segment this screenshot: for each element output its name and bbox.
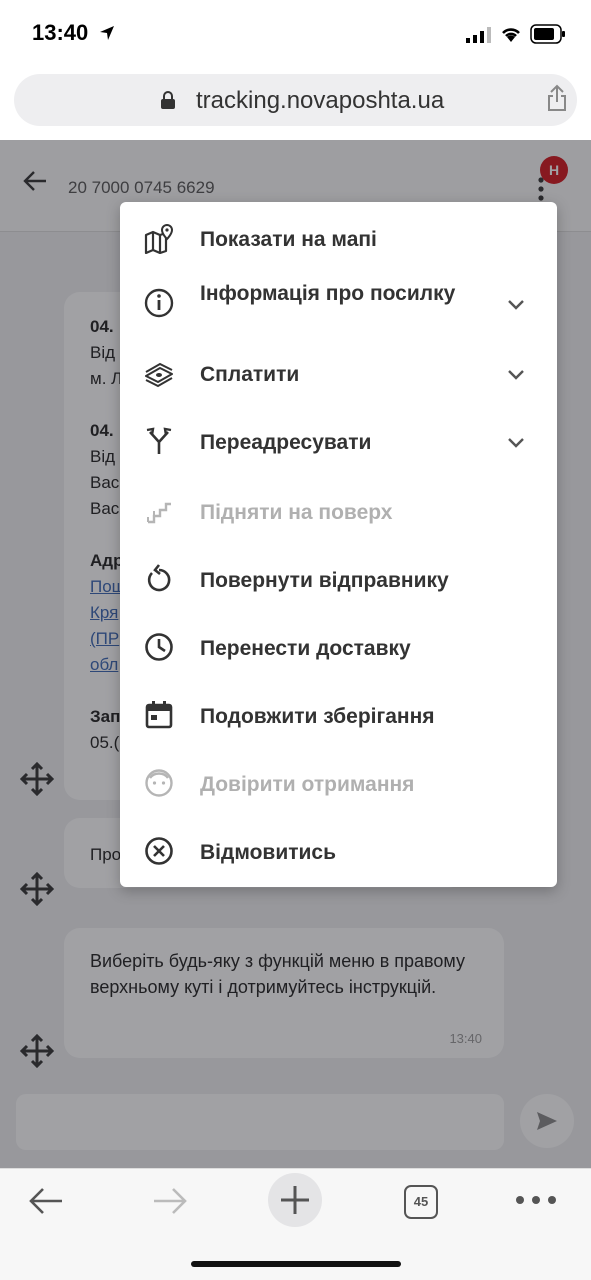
wifi-icon [502, 28, 520, 42]
browser-back-icon[interactable] [28, 1185, 64, 1217]
menu-item-pay[interactable]: Сплатити [120, 358, 557, 408]
status-bar: 13:40 [0, 0, 591, 70]
menu-item-lift-to-floor: Підняти на поверх [120, 496, 557, 546]
menu-item-parcel-info[interactable]: Інформація про посилку [120, 278, 557, 340]
map-icon [144, 224, 174, 254]
menu-item-show-map[interactable]: Показати на мапі [120, 222, 557, 272]
browser-toolbar: 45 [0, 1168, 591, 1280]
status-time: 13:40 [32, 20, 89, 45]
new-tab-button[interactable] [268, 1173, 322, 1227]
battery-icon [530, 24, 565, 44]
menu-item-reschedule-delivery[interactable]: Перенести доставку [120, 632, 557, 682]
chevron-down-icon [508, 370, 524, 380]
cellular-signal-icon [466, 27, 491, 43]
menu-item-trust-receipt: Довірити отримання [120, 768, 557, 818]
more-icon[interactable] [515, 1195, 557, 1205]
menu-item-extend-storage[interactable]: Подовжити зберігання [120, 700, 557, 750]
actions-menu: Показати на мапі Інформація про посилку … [120, 202, 557, 887]
tabs-count-button[interactable]: 45 [404, 1185, 438, 1219]
menu-label: Сплатити [200, 363, 300, 386]
chevron-down-icon [508, 438, 524, 448]
menu-item-redirect[interactable]: Переадресувати [120, 426, 557, 476]
home-indicator [191, 1261, 401, 1267]
money-icon [145, 362, 173, 388]
clock-icon [145, 633, 173, 661]
menu-item-return-to-sender[interactable]: Повернути відправнику [120, 564, 557, 614]
menu-item-refuse[interactable]: Відмовитись [120, 836, 557, 886]
address-bar[interactable]: tracking.novaposhta.ua [14, 74, 577, 126]
menu-label: Переадресувати [200, 431, 372, 454]
redirect-icon [146, 427, 172, 454]
face-icon [145, 769, 173, 797]
menu-label: Повернути відправнику [200, 569, 449, 592]
url-text: tracking.novaposhta.ua [196, 87, 445, 114]
cancel-icon [145, 837, 173, 865]
menu-label: Довірити отримання [200, 773, 415, 796]
stairs-icon [147, 502, 171, 524]
plus-icon [281, 1186, 309, 1214]
menu-label: Показати на мапі [200, 228, 377, 251]
info-icon [144, 288, 174, 318]
return-icon [147, 564, 171, 592]
location-arrow-icon [100, 26, 114, 40]
menu-label: Перенести доставку [200, 637, 411, 660]
share-icon[interactable] [546, 84, 568, 112]
lock-icon [161, 91, 175, 109]
menu-label: Підняти на поверх [200, 501, 393, 524]
browser-forward-icon[interactable] [152, 1185, 188, 1217]
calendar-icon [145, 701, 173, 729]
menu-label: Подовжити зберігання [200, 705, 435, 728]
address-bar-area: tracking.novaposhta.ua [0, 70, 591, 140]
menu-label: Відмовитись [200, 841, 337, 864]
menu-label: Інформація про посилку [200, 282, 456, 305]
chevron-down-icon [508, 300, 524, 310]
